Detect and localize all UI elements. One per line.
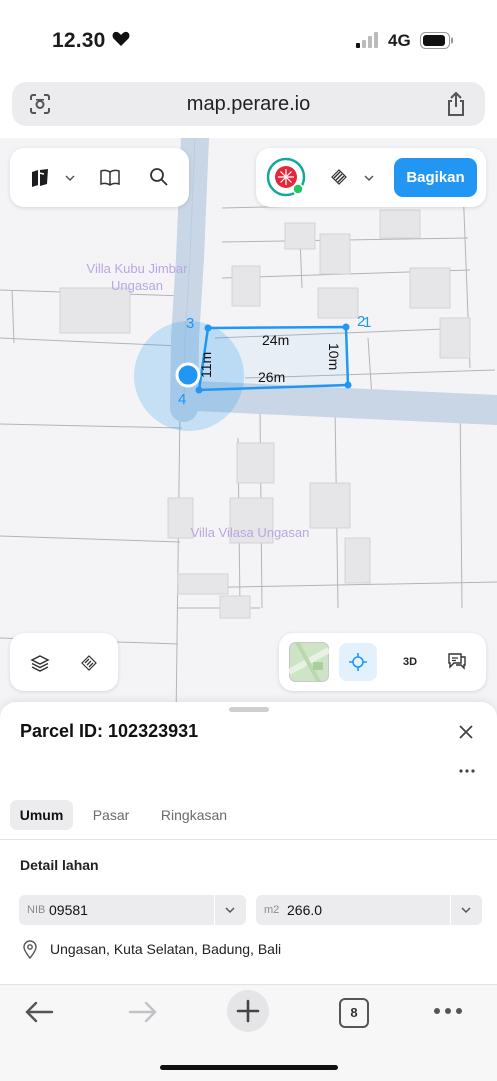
- side-label-left: 11m: [198, 352, 214, 378]
- locate-button[interactable]: [339, 643, 377, 681]
- vertex-label-3: 3: [186, 315, 194, 332]
- divider: [450, 895, 451, 925]
- parcel-address: Ungasan, Kuta Selatan, Badung, Bali: [50, 941, 282, 957]
- place-label: Villa Kubu Jimbar: [87, 261, 189, 276]
- share-button[interactable]: Bagikan: [394, 158, 477, 197]
- mode-3d-button[interactable]: 3D: [394, 647, 426, 677]
- satellite-thumbnail[interactable]: [289, 642, 329, 682]
- tab-umum[interactable]: Umum: [10, 800, 73, 830]
- area-unit-label: m2: [264, 904, 280, 916]
- address-bar[interactable]: map.perare.io: [12, 82, 485, 126]
- location-pin-icon: [23, 940, 37, 959]
- search-icon[interactable]: [149, 167, 169, 187]
- chevron-down-icon[interactable]: [65, 174, 75, 182]
- map-view-controls: 3D: [279, 633, 486, 691]
- measure-icon[interactable]: [330, 168, 348, 186]
- map-toolbar-left: [10, 148, 189, 207]
- avatar[interactable]: [266, 157, 308, 199]
- book-icon[interactable]: [100, 168, 120, 186]
- more-menu-icon[interactable]: [433, 1005, 463, 1017]
- side-label-top: 24m: [262, 332, 289, 348]
- forward-icon[interactable]: [128, 999, 158, 1025]
- url-text: map.perare.io: [186, 93, 311, 115]
- back-icon[interactable]: [24, 999, 54, 1025]
- new-tab-button[interactable]: [226, 989, 270, 1033]
- signal-icon: [356, 32, 378, 48]
- layers-icon[interactable]: [30, 653, 50, 673]
- measure-icon[interactable]: [80, 654, 98, 672]
- side-label-right: 10m: [326, 343, 342, 370]
- place-label: Villa Vilasa Ungasan: [191, 525, 310, 540]
- area-field[interactable]: m2 266.0: [256, 895, 482, 925]
- home-indicator: [160, 1065, 338, 1070]
- nib-field[interactable]: NIB 09581: [19, 895, 246, 925]
- browser-bottom-bar: 8: [0, 984, 497, 1081]
- chevron-down-icon[interactable]: [460, 905, 472, 915]
- divider: [214, 895, 215, 925]
- feedback-icon[interactable]: [447, 651, 467, 671]
- map-view[interactable]: 1 2 3 4 24m 26m 11m 10m Villa Kubu Jimba…: [0, 138, 497, 720]
- map-toolbar-right: Bagikan: [256, 148, 486, 207]
- status-time: 12.30: [52, 29, 106, 52]
- chevron-down-icon[interactable]: [224, 905, 236, 915]
- area-value: 266.0: [287, 902, 323, 918]
- locate-icon: [349, 653, 367, 671]
- tab-ringkasan[interactable]: Ringkasan: [150, 800, 238, 830]
- nib-value: 09581: [49, 902, 88, 918]
- status-bar: 12.30 4G: [0, 0, 497, 80]
- battery-icon: [420, 32, 453, 49]
- vertex-label-4: 4: [178, 391, 186, 408]
- divider: [0, 839, 497, 840]
- parcel-vertex[interactable]: [344, 381, 352, 389]
- parcel-detail-sheet: Parcel ID: 102323931 Umum Pasar Ringkasa…: [0, 702, 497, 984]
- section-title: Detail lahan: [20, 857, 99, 873]
- share-icon[interactable]: [445, 91, 467, 117]
- heart-icon: [112, 31, 130, 46]
- more-options-icon[interactable]: [457, 766, 477, 776]
- parcel-title: Parcel ID: 102323931: [20, 721, 199, 741]
- parcel-vertex[interactable]: [204, 324, 212, 332]
- map-layer-controls: [10, 633, 118, 691]
- map-style-icon[interactable]: [30, 168, 50, 188]
- parcel-vertex[interactable]: [342, 323, 350, 331]
- tab-pasar[interactable]: Pasar: [82, 800, 140, 830]
- chevron-down-icon[interactable]: [364, 174, 374, 182]
- user-location-dot: [175, 362, 201, 388]
- tab-count-button[interactable]: 8: [339, 998, 369, 1028]
- parcel-vertex[interactable]: [195, 386, 203, 394]
- nib-label: NIB: [27, 904, 46, 916]
- close-icon[interactable]: [456, 722, 476, 742]
- place-label: Ungasan: [111, 278, 163, 293]
- network-type: 4G: [388, 31, 411, 50]
- side-label-bottom: 26m: [258, 369, 285, 385]
- vertex-label-2: 2: [357, 313, 365, 330]
- sheet-drag-handle[interactable]: [229, 707, 269, 712]
